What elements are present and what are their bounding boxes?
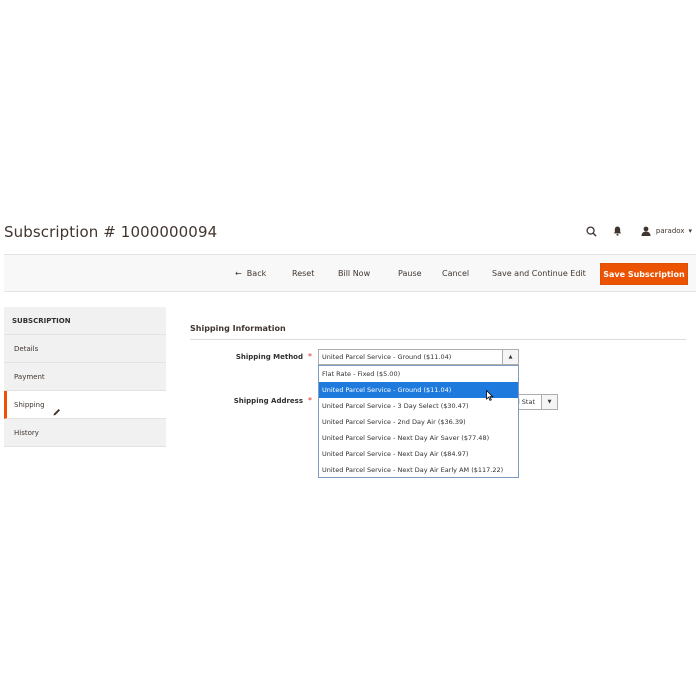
username: paradox — [655, 227, 685, 235]
sidebar-item-history[interactable]: History — [4, 419, 166, 447]
search-icon[interactable] — [585, 224, 599, 238]
sidebar-item-shipping[interactable]: Shipping — [4, 391, 166, 419]
header-actions: paradox ▾ — [585, 224, 692, 238]
save-subscription-button[interactable]: Save Subscription — [600, 263, 688, 285]
chevron-up-icon: ▲ — [502, 350, 518, 364]
back-label: Back — [246, 269, 267, 278]
required-mark: * — [308, 396, 312, 405]
sidebar-item-label: Shipping — [14, 401, 45, 409]
arrow-left-icon: ← — [235, 269, 242, 278]
dropdown-option[interactable]: United Parcel Service - Next Day Air Sav… — [319, 430, 518, 446]
sidebar-item-label: Details — [14, 345, 39, 353]
sidebar-header: SUBSCRIPTION — [4, 307, 166, 335]
section-divider — [190, 339, 686, 340]
page-actions-toolbar: ← Back Reset Bill Now Pause Cancel Save … — [4, 254, 696, 292]
sidebar-item-details[interactable]: Details — [4, 335, 166, 363]
shipping-address-select[interactable]: d Stat ▼ — [513, 394, 558, 410]
shipping-method-label: Shipping Method — [235, 353, 303, 361]
bill-now-button[interactable]: Bill Now — [338, 263, 370, 285]
sidebar-item-label: Payment — [14, 373, 45, 381]
dropdown-option[interactable]: Flat Rate - Fixed ($5.00) — [319, 366, 518, 382]
bell-icon[interactable] — [611, 224, 625, 238]
chevron-down-icon: ▼ — [541, 395, 557, 409]
mouse-pointer-icon — [486, 386, 494, 405]
shipping-method-value: United Parcel Service - Ground ($11.04) — [322, 353, 452, 361]
page-title: Subscription # 1000000094 — [4, 223, 218, 241]
chevron-down-icon: ▾ — [688, 227, 692, 235]
sidebar-item-label: History — [14, 429, 39, 437]
reset-button[interactable]: Reset — [292, 263, 314, 285]
sidebar: SUBSCRIPTION Details Payment Shipping Hi… — [4, 307, 166, 447]
shipping-method-select[interactable]: United Parcel Service - Ground ($11.04) … — [318, 349, 519, 365]
cancel-button[interactable]: Cancel — [442, 263, 469, 285]
dropdown-option[interactable]: United Parcel Service - Next Day Air ($8… — [319, 446, 518, 462]
save-and-continue-button[interactable]: Save and Continue Edit — [492, 263, 586, 285]
user-menu[interactable]: paradox ▾ — [639, 224, 692, 238]
dropdown-option[interactable]: United Parcel Service - 2nd Day Air ($36… — [319, 414, 518, 430]
pause-button[interactable]: Pause — [398, 263, 422, 285]
sidebar-item-payment[interactable]: Payment — [4, 363, 166, 391]
dropdown-option[interactable]: United Parcel Service - Next Day Air Ear… — [319, 462, 518, 478]
section-title: Shipping Information — [190, 324, 286, 333]
user-icon — [639, 224, 653, 238]
back-button[interactable]: ← Back — [235, 263, 266, 285]
shipping-address-label: Shipping Address — [233, 397, 303, 405]
shipping-method-dropdown: Flat Rate - Fixed ($5.00) United Parcel … — [318, 365, 519, 478]
required-mark: * — [308, 352, 312, 361]
